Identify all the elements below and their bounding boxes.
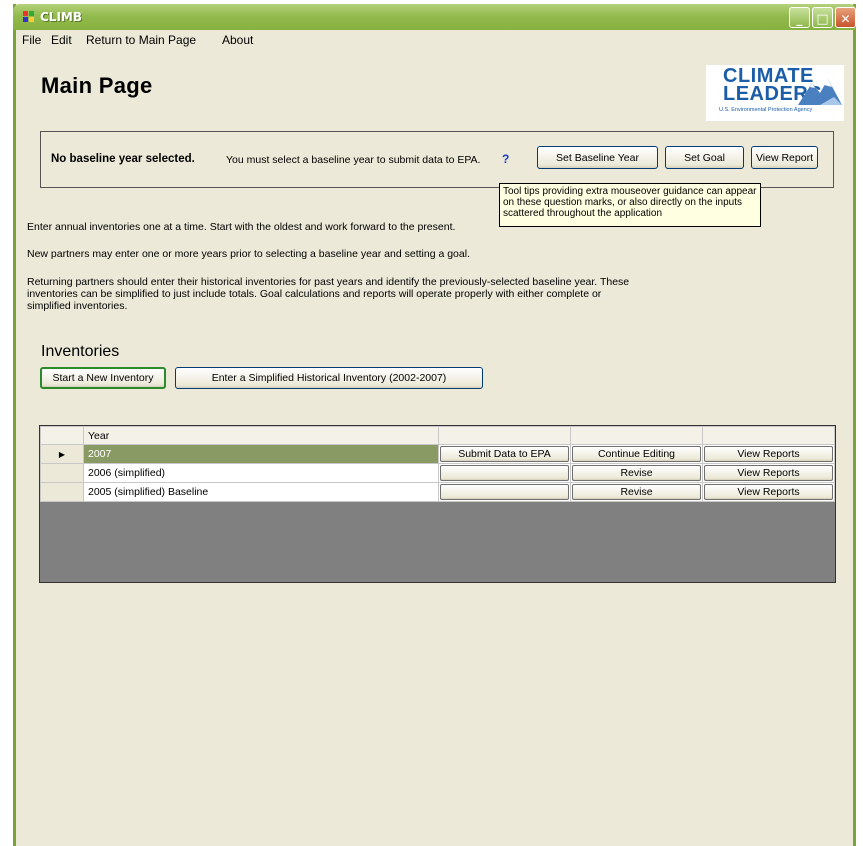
start-new-inventory-button[interactable]: Start a New Inventory [40,367,166,389]
main-panel: Main Page CLIMATE LEADERS U.S. Environme… [16,51,853,846]
baseline-panel: No baseline year selected. You must sele… [40,131,834,188]
table-header: Year [40,426,835,445]
baseline-status: No baseline year selected. [51,153,195,165]
submit-data-button[interactable]: Submit Data to EPA [440,446,569,462]
menu-bar: File Edit Return to Main Page About [16,30,853,50]
climate-leaders-logo: CLIMATE LEADERS U.S. Environmental Prote… [706,65,844,121]
table-row[interactable]: 2005 (simplified) Baseline Revise View R… [40,482,835,502]
inventory-grid: Year ▶ 2007 Submit Data to EPA Continue … [39,425,836,583]
row-pointer-icon[interactable]: ▶ [40,444,84,464]
menu-edit[interactable]: Edit [51,33,72,47]
revise-button[interactable]: Revise [572,484,701,500]
submit-data-button[interactable] [440,465,569,481]
inventory-table: Year ▶ 2007 Submit Data to EPA Continue … [40,426,835,502]
menu-file[interactable]: File [22,33,41,47]
menu-return-main[interactable]: Return to Main Page [86,33,196,47]
table-row[interactable]: ▶ 2007 Submit Data to EPA Continue Editi… [40,444,835,464]
title-bar[interactable]: CLIMB _ □ ✕ [13,4,856,30]
help-question-icon[interactable]: ? [502,152,509,166]
set-baseline-year-button[interactable]: Set Baseline Year [537,146,658,169]
view-report-button[interactable]: View Report [751,146,818,169]
instruction-text-2: New partners may enter one or more years… [27,248,470,260]
continue-editing-button[interactable]: Continue Editing [572,446,701,462]
app-icon[interactable] [23,11,35,23]
column-header [570,426,703,445]
year-cell[interactable]: 2006 (simplified) [83,463,439,483]
revise-button[interactable]: Revise [572,465,701,481]
window-title: CLIMB [40,10,83,24]
minimize-button[interactable]: _ [789,7,810,28]
year-cell[interactable]: 2005 (simplified) Baseline [83,482,439,502]
mountain-icon [798,79,842,105]
row-header[interactable] [40,463,84,483]
minimize-icon: _ [796,12,803,26]
close-button[interactable]: ✕ [835,7,856,28]
year-cell[interactable]: 2007 [83,444,439,464]
maximize-icon: □ [816,12,829,27]
help-tooltip: Tool tips providing extra mouseover guid… [499,183,761,227]
view-reports-button[interactable]: View Reports [704,484,833,500]
app-window: CLIMB _ □ ✕ File Edit Return to Main Pag… [13,4,856,846]
instruction-text-3: Returning partners should enter their hi… [27,276,630,312]
menu-about[interactable]: About [222,33,253,47]
close-icon: ✕ [840,12,851,26]
column-header-year: Year [83,426,439,445]
submit-data-button[interactable] [440,484,569,500]
view-reports-button[interactable]: View Reports [704,446,833,462]
table-row[interactable]: 2006 (simplified) Revise View Reports [40,463,835,483]
maximize-button[interactable]: □ [812,7,833,28]
column-header [438,426,571,445]
historical-inventory-button[interactable]: Enter a Simplified Historical Inventory … [175,367,483,389]
row-header[interactable] [40,482,84,502]
column-header [702,426,835,445]
view-reports-button[interactable]: View Reports [704,465,833,481]
set-goal-button[interactable]: Set Goal [665,146,744,169]
row-header-corner [40,426,84,445]
inventories-heading: Inventories [41,343,120,360]
instruction-text-1: Enter annual inventories one at a time. … [27,221,456,233]
page-title: Main Page [41,73,153,98]
baseline-message: You must select a baseline year to submi… [226,154,481,166]
